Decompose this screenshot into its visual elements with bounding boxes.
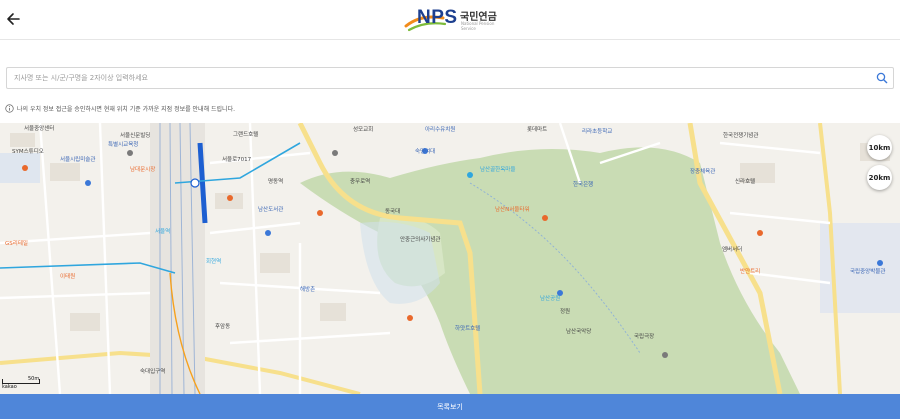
svg-text:반얀트리: 반얀트리 [740, 267, 760, 275]
svg-text:후암동: 후암동 [215, 322, 230, 330]
svg-text:동국대: 동국대 [385, 207, 400, 215]
svg-text:남산국악당: 남산국악당 [566, 327, 591, 335]
svg-text:서울시립미술관: 서울시립미술관 [60, 155, 95, 163]
svg-text:남대문시장: 남대문시장 [130, 165, 155, 173]
svg-text:남산N서울타워: 남산N서울타워 [495, 205, 529, 213]
svg-text:숙명여대: 숙명여대 [415, 147, 435, 155]
svg-text:남산도서관: 남산도서관 [258, 205, 283, 213]
svg-text:남산공원: 남산공원 [540, 294, 560, 302]
svg-text:서울로7017: 서울로7017 [222, 155, 252, 163]
notice-text: 나의 우치 정보 접근을 승인하시면 현재 위치 기준 가까운 지점 정보를 안… [17, 105, 235, 113]
svg-text:안중근의사기념관: 안중근의사기념관 [400, 235, 440, 243]
svg-text:국립극장: 국립극장 [634, 332, 654, 340]
svg-text:신라호텔: 신라호텔 [735, 177, 755, 185]
svg-text:장충체육관: 장충체육관 [690, 167, 715, 175]
nps-logo: NPS 국민연금 National Pension Service [403, 6, 503, 34]
svg-text:엠버서더: 엠버서더 [722, 245, 742, 253]
svg-text:리라초등학교: 리라초등학교 [582, 127, 612, 135]
scale-label: 50m [28, 376, 40, 382]
svg-text:충무로역: 충무로역 [350, 177, 370, 185]
svg-text:서울역: 서울역 [155, 227, 170, 235]
svg-text:롯데마트: 롯데마트 [527, 125, 547, 133]
search-box [6, 67, 894, 89]
info-icon [5, 103, 14, 113]
back-arrow-icon[interactable] [4, 9, 24, 29]
svg-text:해방촌: 해방촌 [300, 285, 315, 293]
map-brand: kakao [2, 384, 17, 390]
zoom-20km-button[interactable]: 20km [867, 165, 892, 190]
svg-text:한국전쟁기념관: 한국전쟁기념관 [723, 131, 758, 139]
svg-text:숙대입구역: 숙대입구역 [140, 367, 165, 375]
map-view[interactable]: 서울중앙센터 SYM스튜디오 서울신문빌딩 특별시교육청 그랜드호텔 성모교회 … [0, 123, 900, 394]
svg-text:국립중앙박물관: 국립중앙박물관 [850, 267, 885, 275]
svg-text:서울신문빌딩: 서울신문빌딩 [120, 131, 150, 139]
search-input[interactable] [7, 68, 867, 88]
svg-text:회현역: 회현역 [206, 257, 221, 265]
view-list-button[interactable]: 목록보기 [0, 394, 900, 419]
svg-text:아리수유치원: 아리수유치원 [425, 125, 455, 133]
logo-wordmark: NPS [417, 7, 458, 28]
svg-text:하얏트호텔: 하얏트호텔 [455, 324, 480, 332]
svg-text:특별시교육청: 특별시교육청 [108, 140, 138, 148]
app-header: NPS 국민연금 National Pension Service [0, 0, 900, 40]
logo-english: National Pension Service [461, 21, 495, 31]
map-canvas[interactable]: 서울중앙센터 SYM스튜디오 서울신문빌딩 특별시교육청 그랜드호텔 성모교회 … [0, 123, 900, 394]
svg-text:이태원: 이태원 [60, 272, 75, 280]
svg-text:서울중앙센터: 서울중앙센터 [24, 124, 54, 132]
svg-text:명동역: 명동역 [268, 177, 283, 185]
svg-text:남산골한옥마을: 남산골한옥마을 [480, 165, 515, 173]
svg-text:SYM스튜디오: SYM스튜디오 [12, 147, 44, 155]
location-notice: 나의 우치 정보 접근을 승인하시면 현재 위치 기준 가까운 지점 정보를 안… [5, 102, 235, 114]
svg-text:GS리테일: GS리테일 [5, 239, 28, 247]
svg-text:성모교회: 성모교회 [353, 125, 373, 133]
svg-text:한국은행: 한국은행 [573, 180, 593, 188]
search-icon[interactable] [876, 72, 888, 84]
zoom-10km-button[interactable]: 10km [867, 135, 892, 160]
svg-text:그랜드호텔: 그랜드호텔 [233, 130, 258, 138]
svg-text:정원: 정원 [560, 307, 570, 315]
